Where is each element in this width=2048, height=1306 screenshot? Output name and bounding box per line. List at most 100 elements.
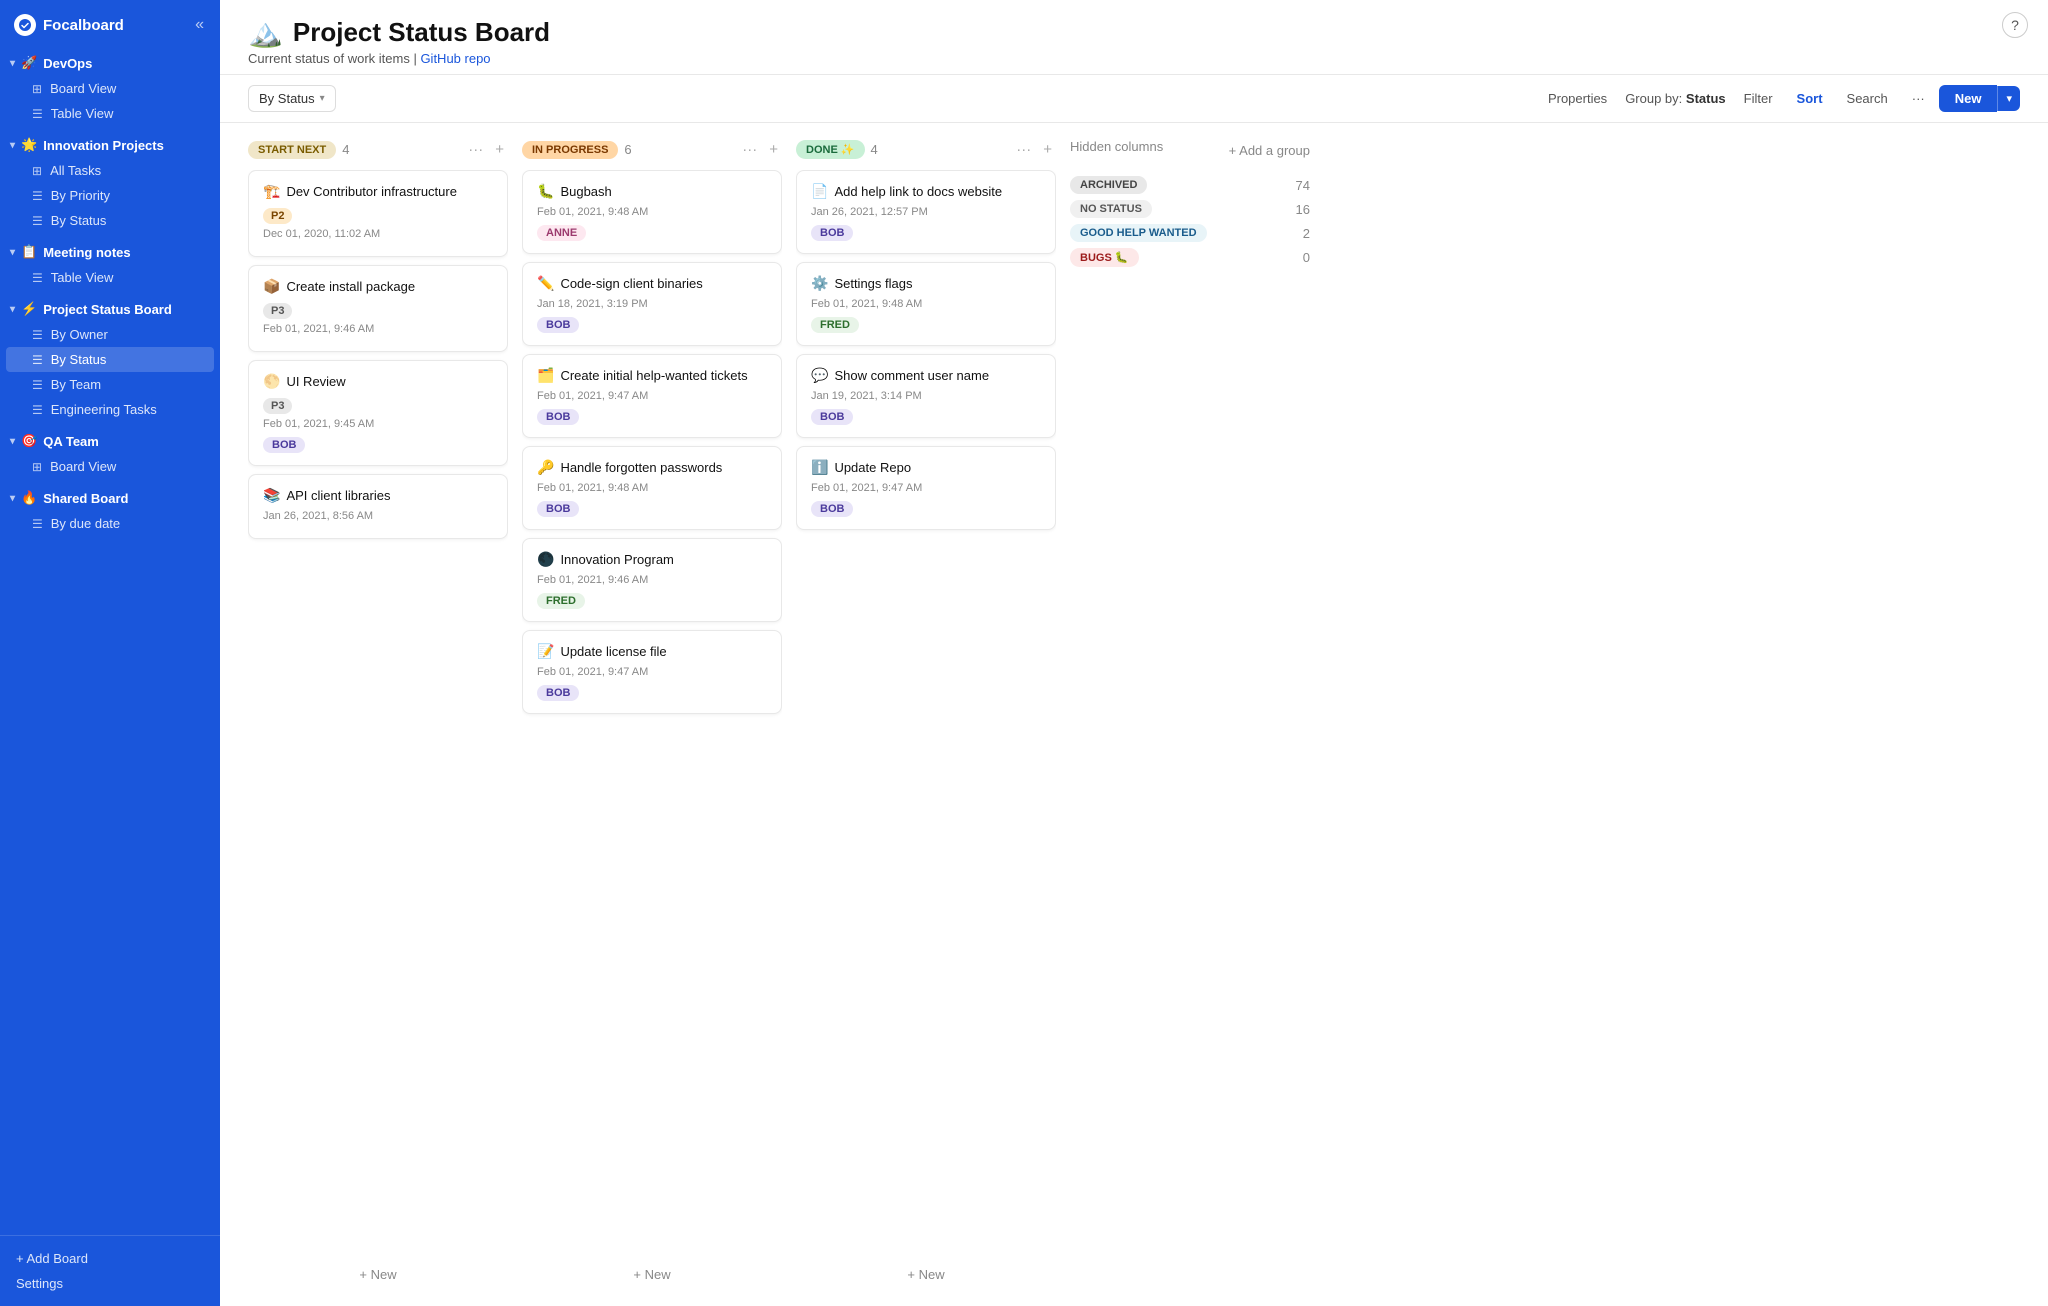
card-c6[interactable]: ✏️ Code-sign client binaries Jan 18, 202…: [522, 262, 782, 346]
sidebar-group-devops[interactable]: ▾ 🚀 DevOps: [0, 48, 220, 76]
card-title-c10: 📝 Update license file: [537, 643, 767, 660]
card-title-c1: 🏗️ Dev Contributor infrastructure: [263, 183, 493, 200]
card-c12[interactable]: ⚙️ Settings flags Feb 01, 2021, 9:48 AM …: [796, 262, 1056, 346]
table-icon: ☰: [32, 517, 43, 531]
hidden-row-no-status: NO STATUS 16: [1070, 200, 1310, 218]
help-button[interactable]: ?: [2002, 12, 2028, 38]
app-logo: Focalboard: [14, 14, 124, 36]
search-button[interactable]: Search: [1837, 86, 1898, 111]
sidebar-group-project-status[interactable]: ▾ ⚡ Project Status Board: [0, 294, 220, 322]
sidebar-item-board-view-devops[interactable]: ⊞ Board View: [6, 76, 214, 101]
add-new-start-next[interactable]: + New: [248, 1259, 508, 1290]
sidebar-group-devops-label: DevOps: [43, 56, 92, 71]
meeting-emoji: 📋: [21, 244, 37, 260]
sidebar-item-label: Board View: [50, 459, 116, 474]
column-more-button[interactable]: ···: [1012, 139, 1035, 160]
card-c4[interactable]: 📚 API client libraries Jan 26, 2021, 8:5…: [248, 474, 508, 539]
sidebar-item-board-view-qa[interactable]: ⊞ Board View: [6, 454, 214, 479]
help-icon: ?: [2011, 17, 2019, 33]
filter-button[interactable]: Filter: [1734, 86, 1783, 111]
add-new-done[interactable]: + New: [796, 1259, 1056, 1290]
sidebar-item-engineering-tasks[interactable]: ☰ Engineering Tasks: [6, 397, 214, 422]
table-icon: ☰: [32, 271, 43, 285]
grid-icon: ⊞: [32, 460, 42, 474]
column-count-done: 4: [871, 142, 878, 157]
hidden-columns-header: Hidden columns: [1070, 139, 1163, 154]
card-title-c9: 🌑 Innovation Program: [537, 551, 767, 568]
sidebar-group-meeting[interactable]: ▾ 📋 Meeting notes: [0, 237, 220, 265]
sidebar-item-label: By Priority: [51, 188, 110, 203]
sidebar-group-shared[interactable]: ▾ 🔥 Shared Board: [0, 483, 220, 511]
project-emoji: ⚡: [21, 301, 37, 317]
card-c1[interactable]: 🏗️ Dev Contributor infrastructure P2 Dec…: [248, 170, 508, 257]
card-c8[interactable]: 🔑 Handle forgotten passwords Feb 01, 202…: [522, 446, 782, 530]
new-button-dropdown[interactable]: ▾: [1997, 86, 2020, 111]
sidebar-section-meeting: ▾ 📋 Meeting notes ☰ Table View: [0, 237, 220, 294]
sidebar-item-by-due-date[interactable]: ☰ By due date: [6, 511, 214, 536]
card-title-c6: ✏️ Code-sign client binaries: [537, 275, 767, 292]
card-date: Jan 19, 2021, 3:14 PM: [811, 390, 1041, 402]
hidden-count-good-help: 2: [1303, 226, 1310, 241]
card-date: Jan 18, 2021, 3:19 PM: [537, 298, 767, 310]
board-emoji: 🏔️: [248, 16, 283, 49]
more-options-button[interactable]: ···: [1902, 86, 1935, 111]
card-c7[interactable]: 🗂️ Create initial help-wanted tickets Fe…: [522, 354, 782, 438]
view-selector[interactable]: By Status ▾: [248, 85, 336, 112]
sidebar-item-by-status-project[interactable]: ☰ By Status: [6, 347, 214, 372]
github-repo-link[interactable]: GitHub repo: [420, 51, 490, 66]
card-c2[interactable]: 📦 Create install package P3 Feb 01, 2021…: [248, 265, 508, 352]
card-date: Feb 01, 2021, 9:47 AM: [537, 666, 767, 678]
column-badge-done: DONE ✨: [796, 140, 865, 159]
card-assignee: BOB: [537, 317, 579, 333]
sidebar-group-qa[interactable]: ▾ 🎯 QA Team: [0, 426, 220, 454]
card-assignee: BOB: [811, 409, 853, 425]
sidebar-item-label: By Status: [51, 352, 107, 367]
sort-button[interactable]: Sort: [1787, 86, 1833, 111]
sidebar-group-innovation[interactable]: ▾ 🌟 Innovation Projects: [0, 130, 220, 158]
sidebar-item-all-tasks[interactable]: ⊞ All Tasks: [6, 158, 214, 183]
settings-button[interactable]: Settings: [12, 1271, 208, 1296]
sidebar-group-meeting-label: Meeting notes: [43, 245, 130, 260]
card-assignee: BOB: [263, 437, 305, 453]
sidebar-collapse-button[interactable]: «: [191, 14, 208, 36]
column-more-button[interactable]: ···: [738, 139, 761, 160]
card-emoji: 🏗️: [263, 183, 280, 200]
card-date: Feb 01, 2021, 9:46 AM: [537, 574, 767, 586]
column-count-start-next: 4: [342, 142, 349, 157]
column-more-button[interactable]: ···: [464, 139, 487, 160]
sidebar-item-by-team[interactable]: ☰ By Team: [6, 372, 214, 397]
sidebar-item-by-owner[interactable]: ☰ By Owner: [6, 322, 214, 347]
toolbar-right: Properties Group by: Status Filter Sort …: [1538, 85, 2020, 112]
sidebar-item-table-view-meeting[interactable]: ☰ Table View: [6, 265, 214, 290]
column-add-button[interactable]: +: [765, 139, 782, 160]
card-c13[interactable]: 💬 Show comment user name Jan 19, 2021, 3…: [796, 354, 1056, 438]
card-c10[interactable]: 📝 Update license file Feb 01, 2021, 9:47…: [522, 630, 782, 714]
add-new-in-progress[interactable]: + New: [522, 1259, 782, 1290]
sidebar-item-table-view-devops[interactable]: ☰ Table View: [6, 101, 214, 126]
properties-button[interactable]: Properties: [1538, 86, 1617, 111]
new-button[interactable]: New: [1939, 85, 1998, 112]
toolbar: By Status ▾ Properties Group by: Status …: [220, 75, 2048, 123]
card-c9[interactable]: 🌑 Innovation Program Feb 01, 2021, 9:46 …: [522, 538, 782, 622]
column-add-button[interactable]: +: [1039, 139, 1056, 160]
card-c14[interactable]: ℹ️ Update Repo Feb 01, 2021, 9:47 AM BOB: [796, 446, 1056, 530]
column-badge-start-next: START NEXT: [248, 141, 336, 159]
add-group-button[interactable]: + Add a group: [1229, 139, 1310, 162]
column-add-button[interactable]: +: [491, 139, 508, 160]
add-board-button[interactable]: + Add Board: [12, 1246, 208, 1271]
sidebar-item-by-status-innovation[interactable]: ☰ By Status: [6, 208, 214, 233]
sidebar-item-label: Board View: [50, 81, 116, 96]
card-c11[interactable]: 📄 Add help link to docs website Jan 26, …: [796, 170, 1056, 254]
card-c3[interactable]: 🌕 UI Review P3 Feb 01, 2021, 9:45 AM BOB: [248, 360, 508, 466]
card-emoji: 📝: [537, 643, 554, 660]
card-date: Feb 01, 2021, 9:48 AM: [811, 298, 1041, 310]
card-c5[interactable]: 🐛 Bugbash Feb 01, 2021, 9:48 AM ANNE: [522, 170, 782, 254]
card-title-c12: ⚙️ Settings flags: [811, 275, 1041, 292]
sidebar-item-by-priority[interactable]: ☰ By Priority: [6, 183, 214, 208]
devops-emoji: 🚀: [21, 55, 37, 71]
column-done: DONE ✨ 4 ··· + 📄 Add help link to docs w…: [796, 139, 1056, 1290]
card-assignee: BOB: [537, 409, 579, 425]
card-assignee: BOB: [537, 685, 579, 701]
sidebar-section-devops: ▾ 🚀 DevOps ⊞ Board View ☰ Table View: [0, 48, 220, 130]
sidebar-group-innovation-label: Innovation Projects: [43, 138, 164, 153]
